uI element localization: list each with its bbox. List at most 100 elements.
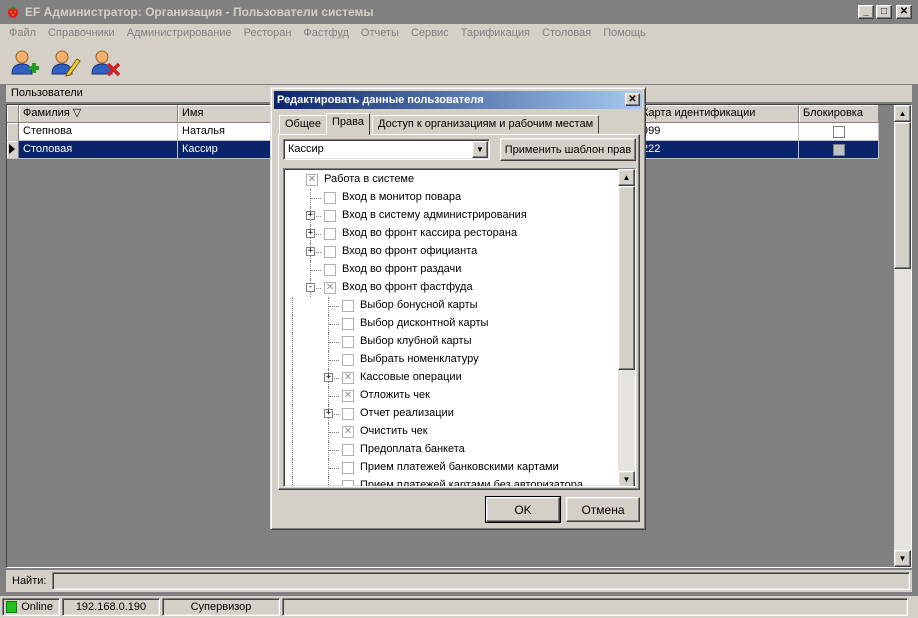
- permission-checkbox[interactable]: [342, 300, 354, 312]
- cell-last-name[interactable]: Степнова: [19, 123, 178, 141]
- rights-template-value: Кассир: [288, 143, 324, 155]
- cancel-button[interactable]: Отмена: [566, 497, 640, 522]
- tree-item[interactable]: Предоплата банкета: [284, 441, 619, 459]
- expand-icon[interactable]: +: [324, 409, 333, 418]
- tab-general[interactable]: Общее: [279, 115, 328, 134]
- menu-restaurant[interactable]: Ресторан: [238, 27, 298, 39]
- tree-item[interactable]: Выбор клубной карты: [284, 333, 619, 351]
- tree-item[interactable]: + ✕ Кассовые операции: [284, 369, 619, 387]
- menu-tariffs[interactable]: Тарификация: [455, 27, 536, 39]
- dialog-close-button[interactable]: ✕: [625, 93, 640, 106]
- permission-checkbox[interactable]: ✕: [324, 282, 336, 294]
- dropdown-arrow-icon[interactable]: ▼: [472, 141, 488, 158]
- permission-checkbox[interactable]: ✕: [342, 426, 354, 438]
- tree-vertical-scrollbar[interactable]: ▲ ▼: [618, 169, 635, 486]
- rights-template-select[interactable]: Кассир ▼: [283, 139, 490, 160]
- expand-icon[interactable]: +: [306, 247, 315, 256]
- scroll-thumb[interactable]: [894, 122, 911, 269]
- permission-checkbox[interactable]: [324, 264, 336, 276]
- permission-checkbox[interactable]: [342, 354, 354, 366]
- menu-file[interactable]: Файл: [3, 27, 42, 39]
- permission-checkbox[interactable]: [342, 480, 354, 486]
- expand-icon[interactable]: +: [306, 211, 315, 220]
- cell-blocked[interactable]: [799, 123, 879, 141]
- rights-tree: ✕ Работа в системе Вход в монитор повара + В…: [283, 168, 636, 487]
- tree-connector: [329, 486, 339, 487]
- tree-connector: [328, 387, 329, 405]
- add-user-button[interactable]: [8, 46, 42, 80]
- grid-vertical-scrollbar[interactable]: ▲ ▼: [894, 105, 911, 567]
- permission-label: Отложить чек: [360, 389, 430, 401]
- main-title-bar[interactable]: EF Администратор: Организация - Пользова…: [0, 0, 918, 24]
- tree-item[interactable]: + Отчет реализации: [284, 405, 619, 423]
- tree-item[interactable]: Выбрать номенклатуру: [284, 351, 619, 369]
- permission-checkbox[interactable]: [324, 246, 336, 258]
- tree-item[interactable]: + Вход в систему администрирования: [284, 207, 619, 225]
- permission-checkbox[interactable]: [324, 192, 336, 204]
- tree-scroll-down-button[interactable]: ▼: [618, 471, 635, 486]
- permission-checkbox[interactable]: [324, 228, 336, 240]
- tree-connector: [328, 315, 329, 333]
- row-indicator: [7, 141, 19, 159]
- column-header-blocked[interactable]: Блокировка: [799, 105, 879, 123]
- menu-references[interactable]: Справочники: [42, 27, 121, 39]
- column-header-last-name[interactable]: Фамилия ▽: [19, 105, 178, 123]
- tab-rights[interactable]: Права: [326, 113, 370, 135]
- menu-fastfood[interactable]: Фастфуд: [297, 27, 355, 39]
- menu-reports[interactable]: Отчеты: [355, 27, 405, 39]
- menu-help[interactable]: Помощь: [597, 27, 652, 39]
- permission-checkbox[interactable]: ✕: [342, 390, 354, 402]
- tree-item[interactable]: + Вход во фронт кассира ресторана: [284, 225, 619, 243]
- tree-item[interactable]: ✕ Работа в системе: [284, 171, 619, 189]
- tree-item[interactable]: Прием платежей картами без авторизатора: [284, 477, 619, 487]
- tree-item[interactable]: Выбор бонусной карты: [284, 297, 619, 315]
- permission-checkbox[interactable]: [342, 462, 354, 474]
- find-input[interactable]: [52, 572, 910, 590]
- cell-last-name[interactable]: Столовая: [19, 141, 178, 159]
- maximize-button[interactable]: □: [876, 5, 892, 19]
- column-header-card[interactable]: Карта идентификации: [638, 105, 799, 123]
- tree-item[interactable]: Выбор дисконтной карты: [284, 315, 619, 333]
- tree-item[interactable]: Вход во фронт раздачи: [284, 261, 619, 279]
- tree-scroll-up-button[interactable]: ▲: [618, 169, 635, 186]
- scroll-up-button[interactable]: ▲: [894, 105, 911, 122]
- status-connection: Online: [2, 598, 60, 616]
- edit-user-button[interactable]: [48, 46, 82, 80]
- delete-user-button[interactable]: [88, 46, 122, 80]
- permission-checkbox[interactable]: [324, 210, 336, 222]
- blocked-checkbox[interactable]: [832, 143, 845, 156]
- cell-blocked[interactable]: [799, 141, 879, 159]
- permission-checkbox[interactable]: ✕: [306, 174, 318, 186]
- tree-item[interactable]: + Вход во фронт официанта: [284, 243, 619, 261]
- tree-item[interactable]: Прием платежей банковскими картами: [284, 459, 619, 477]
- menu-canteen[interactable]: Столовая: [536, 27, 597, 39]
- cell-card[interactable]: 222: [638, 141, 799, 159]
- tree-item[interactable]: ✕ Отложить чек: [284, 387, 619, 405]
- minimize-button[interactable]: _: [858, 5, 874, 19]
- expand-icon[interactable]: +: [306, 229, 315, 238]
- scroll-down-button[interactable]: ▼: [894, 550, 911, 567]
- ok-button[interactable]: OK: [485, 496, 561, 523]
- tree-item[interactable]: - ✕ Вход во фронт фастфуда: [284, 279, 619, 297]
- permission-checkbox[interactable]: ✕: [342, 372, 354, 384]
- expand-icon[interactable]: +: [324, 373, 333, 382]
- collapse-icon[interactable]: -: [306, 283, 315, 292]
- edit-user-icon: [51, 50, 81, 77]
- apply-template-button[interactable]: Применить шаблон прав: [500, 138, 636, 161]
- permission-checkbox[interactable]: [342, 318, 354, 330]
- tree-item[interactable]: Вход в монитор повара: [284, 189, 619, 207]
- find-bar: Найти:: [6, 570, 912, 592]
- cell-card[interactable]: 999: [638, 123, 799, 141]
- permission-checkbox[interactable]: [342, 408, 354, 420]
- menu-administration[interactable]: Администрирование: [121, 27, 238, 39]
- tree-scroll-thumb[interactable]: [618, 186, 635, 370]
- tree-item[interactable]: ✕ Очистить чек: [284, 423, 619, 441]
- close-button[interactable]: ✕: [896, 5, 912, 19]
- dialog-title-bar[interactable]: Редактировать данные пользователя ✕: [274, 91, 642, 109]
- permission-checkbox[interactable]: [342, 336, 354, 348]
- menu-service[interactable]: Сервис: [405, 27, 455, 39]
- menu-bar: Файл Справочники Администрирование Ресто…: [0, 24, 918, 42]
- blocked-checkbox[interactable]: [832, 125, 845, 138]
- permission-checkbox[interactable]: [342, 444, 354, 456]
- tab-access[interactable]: Доступ к организациям и рабочим местам: [372, 115, 600, 134]
